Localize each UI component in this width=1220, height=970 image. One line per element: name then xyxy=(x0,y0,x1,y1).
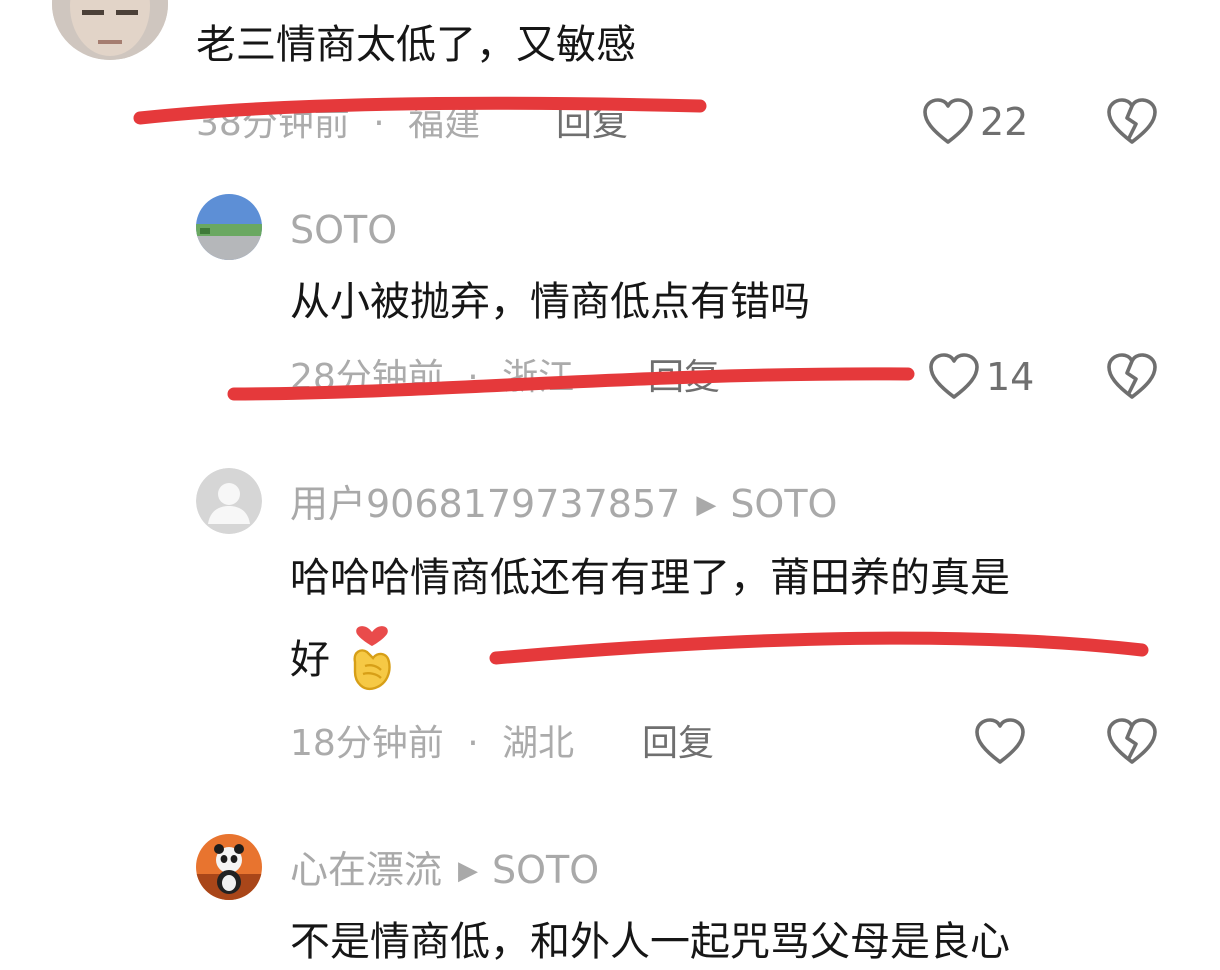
reply-to-username[interactable]: SOTO xyxy=(730,482,837,526)
panda-avatar-icon xyxy=(196,834,262,900)
comment-text-line-1: 哈哈哈情商低还有有理了，莆田养的真是 xyxy=(290,555,1010,601)
comment-meta: 28分钟前 · 浙江 xyxy=(290,360,574,396)
comment-meta: 38分钟前 · 福建 xyxy=(196,106,480,142)
comment-time: 28分钟前 xyxy=(290,357,444,398)
dislike-button[interactable] xyxy=(1106,98,1158,150)
like-count: 22 xyxy=(980,100,1029,144)
reply-button[interactable]: 回复 xyxy=(648,360,720,396)
comment-text: 好 xyxy=(290,637,330,683)
comment-text: 不是情商低，和外人一起咒骂父母是良心 xyxy=(290,919,1010,965)
reply-to-username[interactable]: SOTO xyxy=(492,848,599,892)
heart-outline-icon xyxy=(923,98,973,144)
heart-hands-emoji xyxy=(343,622,401,698)
reply-arrow-icon: ▶ xyxy=(458,856,479,886)
avatar-default-user[interactable] xyxy=(196,468,262,534)
comment-location: 湖北 xyxy=(502,723,575,764)
username[interactable]: SOTO xyxy=(290,211,397,249)
finger-heart-icon xyxy=(353,626,391,691)
reply-header: 心在漂流 ▶ SOTO xyxy=(290,851,599,889)
comment-thread: 老三情商太低了，又敏感 38分钟前 · 福建 回复 22 SOTO 从小被抛弃，… xyxy=(0,0,1220,970)
avatar-panda[interactable] xyxy=(196,834,262,900)
red-underline-annotation xyxy=(489,631,1149,665)
comment-text: 从小被抛弃，情商低点有错吗 xyxy=(290,279,810,325)
heart-outline-icon xyxy=(929,353,979,399)
reply-header: 用户9068179737857 ▶ SOTO xyxy=(290,485,837,523)
landscape-photo-icon xyxy=(196,194,262,260)
username[interactable]: 心在漂流 xyxy=(290,848,442,892)
comment-location: 福建 xyxy=(408,103,481,144)
comment-meta: 18分钟前 · 湖北 xyxy=(290,726,574,762)
comment-text-line-2: 好 xyxy=(290,640,330,680)
broken-heart-icon xyxy=(1107,98,1157,144)
person-photo-icon xyxy=(52,0,168,60)
dislike-button[interactable] xyxy=(1106,353,1158,405)
comment-location: 浙江 xyxy=(502,357,575,398)
heart-outline-icon xyxy=(975,718,1025,764)
comment-time: 18分钟前 xyxy=(290,723,444,764)
like-button[interactable]: 14 xyxy=(928,353,1034,401)
comment-time: 38分钟前 xyxy=(196,103,350,144)
avatar-soto[interactable] xyxy=(196,194,262,260)
username[interactable]: 用户9068179737857 xyxy=(290,482,680,526)
reply-arrow-icon: ▶ xyxy=(696,490,717,520)
avatar-commenter-1[interactable] xyxy=(52,0,168,60)
meta-separator: · xyxy=(467,357,479,398)
meta-separator: · xyxy=(373,103,385,144)
like-button[interactable]: 22 xyxy=(922,98,1028,146)
broken-heart-icon xyxy=(1107,718,1157,764)
like-button[interactable] xyxy=(974,718,1032,766)
comment-text: 老三情商太低了，又敏感 xyxy=(196,22,636,68)
default-user-icon xyxy=(196,468,262,534)
like-count: 14 xyxy=(986,355,1035,399)
dislike-button[interactable] xyxy=(1106,718,1158,770)
meta-separator: · xyxy=(467,723,479,764)
reply-button[interactable]: 回复 xyxy=(556,106,628,142)
reply-button[interactable]: 回复 xyxy=(642,726,714,762)
broken-heart-icon xyxy=(1107,353,1157,399)
